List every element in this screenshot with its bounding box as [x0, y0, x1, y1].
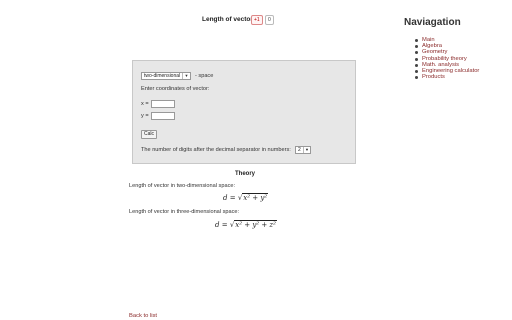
x-label: x = — [141, 101, 149, 107]
share-count: 0 — [265, 15, 274, 25]
digits-prompt: The number of digits after the decimal s… — [141, 147, 291, 153]
y-input[interactable] — [151, 112, 175, 120]
formula-2d: d = √x² + y² — [223, 193, 269, 202]
digits-select-value: 2 — [298, 147, 301, 153]
nav-link-main[interactable]: Main — [422, 37, 435, 43]
chevron-down-icon: ▼ — [303, 147, 310, 153]
formula-2d-lhs: d = — [223, 194, 236, 202]
navigation-title: Naviagation — [404, 17, 461, 28]
calculator-panel: two-dimensional ▼ - space Enter coordina… — [132, 60, 356, 164]
back-to-list-link[interactable]: Back to list — [129, 313, 157, 319]
x-input[interactable] — [151, 100, 175, 108]
share-button[interactable]: +1 — [251, 15, 263, 25]
space-select[interactable]: two-dimensional ▼ — [141, 72, 191, 80]
nav-item-products: Products — [415, 74, 500, 80]
space-suffix-label: - space — [195, 73, 214, 79]
theory-text-2d: Length of vector in two-dimensional spac… — [129, 183, 236, 189]
formula-3d-radicand: x² + y² + z² — [234, 220, 277, 229]
page-title: Length of vector — [202, 16, 253, 23]
nav-link-geometry[interactable]: Geometry — [422, 49, 447, 55]
navigation-list: Main Algebra Geometry Probability theory… — [415, 37, 500, 80]
nav-link-math-analysis[interactable]: Math. analysis — [422, 62, 459, 68]
nav-link-engineering-calculator[interactable]: Engineering calculator — [422, 68, 479, 74]
formula-2d-radicand: x² + y² — [242, 193, 269, 202]
theory-text-3d: Length of vector in three-dimensional sp… — [129, 209, 240, 215]
coords-prompt: Enter coordinates of vector: — [141, 86, 210, 92]
space-select-value: two-dimensional — [144, 73, 181, 79]
formula-3d-lhs: d = — [215, 221, 228, 229]
chevron-down-icon: ▼ — [182, 73, 190, 79]
theory-title: Theory — [235, 171, 256, 177]
y-label: y = — [141, 113, 149, 119]
calc-button[interactable]: Calc — [141, 130, 157, 139]
nav-link-probability[interactable]: Probability theory — [422, 56, 467, 62]
digits-select[interactable]: 2 ▼ — [295, 146, 311, 154]
nav-link-algebra[interactable]: Algebra — [422, 43, 442, 49]
formula-3d: d = √x² + y² + z² — [215, 220, 277, 229]
nav-link-products[interactable]: Products — [422, 74, 445, 80]
